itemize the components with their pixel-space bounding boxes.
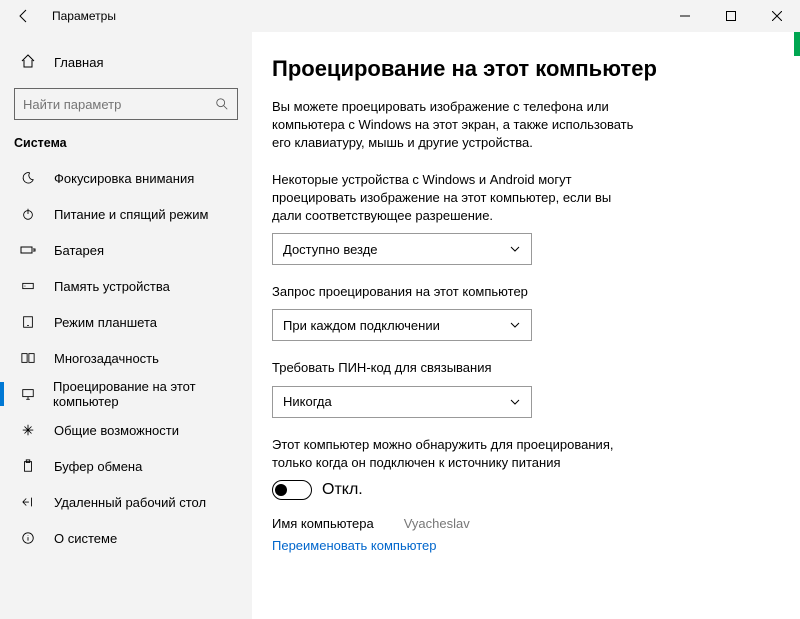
- sidebar-item-clipboard[interactable]: Буфер обмена: [0, 448, 252, 484]
- sidebar-item-label: Фокусировка внимания: [54, 171, 194, 186]
- power-icon: [20, 207, 36, 221]
- pin-label: Требовать ПИН-код для связывания: [272, 359, 642, 377]
- main-content: Проецирование на этот компьютер Вы может…: [252, 32, 800, 619]
- sidebar-item-label: О системе: [54, 531, 117, 546]
- sidebar-item-label: Память устройства: [54, 279, 170, 294]
- storage-icon: [20, 279, 36, 293]
- sidebar-item-label: Удаленный рабочий стол: [54, 495, 206, 510]
- sidebar-item-remote[interactable]: Удаленный рабочий стол: [0, 484, 252, 520]
- permission-value: Доступно везде: [283, 242, 378, 257]
- multitasking-icon: [20, 351, 36, 365]
- page-title: Проецирование на этот компьютер: [272, 56, 772, 82]
- request-select[interactable]: При каждом подключении: [272, 309, 532, 341]
- project-icon: [20, 387, 35, 401]
- sidebar-item-label: Общие возможности: [54, 423, 179, 438]
- window-title: Параметры: [48, 9, 116, 23]
- page-description: Вы можете проецировать изображение с тел…: [272, 98, 642, 153]
- sidebar-item-multitasking[interactable]: Многозадачность: [0, 340, 252, 376]
- sidebar-item-focus-assist[interactable]: Фокусировка внимания: [0, 160, 252, 196]
- sidebar-item-power[interactable]: Питание и спящий режим: [0, 196, 252, 232]
- maximize-icon: [726, 11, 736, 21]
- chevron-down-icon: [509, 243, 521, 255]
- pin-value: Никогда: [283, 394, 332, 409]
- tablet-icon: [20, 315, 36, 329]
- request-label: Запрос проецирования на этот компьютер: [272, 283, 642, 301]
- request-value: При каждом подключении: [283, 318, 440, 333]
- search-box[interactable]: [14, 88, 238, 120]
- sidebar-item-label: Проецирование на этот компьютер: [53, 379, 252, 409]
- computer-name-value: Vyacheslav: [404, 516, 470, 531]
- moon-icon: [20, 171, 36, 185]
- sidebar-item-projecting[interactable]: Проецирование на этот компьютер: [0, 376, 252, 412]
- sidebar-item-label: Питание и спящий режим: [54, 207, 208, 222]
- sidebar-item-storage[interactable]: Память устройства: [0, 268, 252, 304]
- chevron-down-icon: [509, 396, 521, 408]
- close-button[interactable]: [754, 0, 800, 32]
- back-button[interactable]: [0, 0, 48, 32]
- sidebar-item-label: Многозадачность: [54, 351, 159, 366]
- sidebar-item-tablet[interactable]: Режим планшета: [0, 304, 252, 340]
- discover-toggle[interactable]: [272, 480, 312, 500]
- remote-icon: [20, 495, 36, 509]
- minimize-icon: [680, 11, 690, 21]
- search-icon: [215, 97, 229, 111]
- shared-icon: [20, 423, 36, 437]
- clipboard-icon: [20, 459, 36, 473]
- chevron-down-icon: [509, 319, 521, 331]
- background-app-stub: [794, 32, 800, 56]
- sidebar-item-label: Буфер обмена: [54, 459, 142, 474]
- minimize-button[interactable]: [662, 0, 708, 32]
- sidebar-item-shared[interactable]: Общие возможности: [0, 412, 252, 448]
- discover-label: Этот компьютер можно обнаружить для прое…: [272, 436, 642, 472]
- info-icon: [20, 531, 36, 545]
- rename-link[interactable]: Переименовать компьютер: [272, 538, 436, 553]
- maximize-button[interactable]: [708, 0, 754, 32]
- sidebar-item-label: Режим планшета: [54, 315, 157, 330]
- pin-select[interactable]: Никогда: [272, 386, 532, 418]
- sidebar: Главная Система Фокусировка внимания Пит…: [0, 32, 252, 619]
- permission-select[interactable]: Доступно везде: [272, 233, 532, 265]
- computer-name-label: Имя компьютера: [272, 516, 374, 531]
- arrow-left-icon: [16, 8, 32, 24]
- home-icon: [20, 53, 36, 72]
- toggle-knob: [275, 484, 287, 496]
- home-nav[interactable]: Главная: [0, 44, 252, 80]
- permission-label: Некоторые устройства с Windows и Android…: [272, 171, 642, 226]
- sidebar-item-about[interactable]: О системе: [0, 520, 252, 556]
- sidebar-item-label: Батарея: [54, 243, 104, 258]
- toggle-state: Откл.: [322, 481, 363, 499]
- search-input[interactable]: [23, 97, 215, 112]
- sidebar-item-battery[interactable]: Батарея: [0, 232, 252, 268]
- section-header: Система: [0, 132, 252, 160]
- battery-icon: [20, 243, 36, 257]
- close-icon: [772, 11, 782, 21]
- home-label: Главная: [54, 55, 103, 70]
